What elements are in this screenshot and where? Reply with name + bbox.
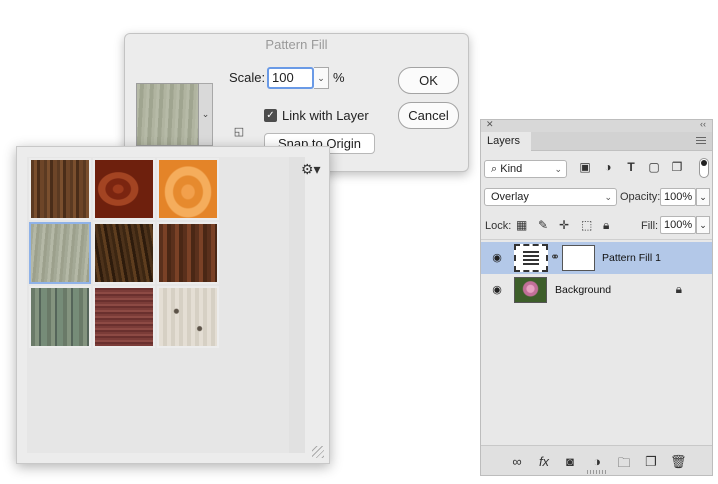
panel-resize-grip[interactable] bbox=[587, 470, 607, 474]
kind-filter-label: Kind bbox=[500, 163, 523, 175]
pattern-tile[interactable] bbox=[93, 286, 155, 348]
chevron-down-icon: ⌄ bbox=[699, 220, 707, 230]
layer-row-pattern-fill[interactable]: ◉ ⚭ Pattern Fill 1 bbox=[481, 242, 712, 274]
fill-label: Fill: bbox=[641, 220, 659, 232]
filter-toggle[interactable] bbox=[699, 158, 709, 178]
layer-name[interactable]: Background bbox=[555, 284, 611, 296]
new-layer-icon[interactable]: ❐ bbox=[643, 454, 659, 470]
fx-icon[interactable]: fx bbox=[536, 454, 552, 469]
link-with-layer-checkbox[interactable]: ✓ bbox=[264, 109, 277, 122]
blend-mode-select[interactable]: Overlay ⌄ bbox=[484, 188, 617, 206]
panel-tabbar: Layers bbox=[481, 132, 712, 151]
pattern-fill-thumbnail[interactable] bbox=[514, 244, 548, 272]
dialog-title: Pattern Fill bbox=[265, 37, 328, 52]
lock-position-icon[interactable]: ✛ bbox=[559, 218, 569, 232]
search-icon: ⌕ bbox=[491, 163, 498, 175]
scale-input[interactable]: 100 bbox=[267, 67, 314, 89]
fill-dropdown[interactable]: ⌄ bbox=[696, 216, 710, 234]
layer-mask-thumbnail[interactable] bbox=[562, 245, 595, 271]
background-thumbnail[interactable] bbox=[514, 277, 547, 303]
checkmark-icon: ✓ bbox=[266, 110, 275, 121]
panel-header: ✕ ‹‹ bbox=[481, 119, 712, 132]
pattern-picker-popup: ⚙▾ bbox=[16, 146, 330, 464]
pattern-tile[interactable] bbox=[29, 286, 91, 348]
blend-mode-value: Overlay bbox=[491, 191, 529, 203]
type-filter-icon[interactable]: T bbox=[623, 160, 639, 174]
pattern-tile[interactable] bbox=[93, 158, 155, 220]
layer-row-background[interactable]: ◉ Background 🔒︎ bbox=[481, 274, 712, 306]
visibility-eye-icon[interactable]: ◉ bbox=[490, 251, 504, 265]
chevron-down-icon: ⌄ bbox=[554, 164, 562, 174]
adjustment-filter-icon[interactable]: ◑ bbox=[600, 160, 616, 174]
scale-dropdown-button[interactable]: ⌄ bbox=[314, 67, 329, 89]
link-layers-icon[interactable]: ∞ bbox=[509, 454, 525, 469]
fill-input[interactable]: 100% bbox=[660, 216, 696, 234]
lock-transparent-icon[interactable]: ▦ bbox=[516, 218, 527, 232]
cancel-button[interactable]: Cancel bbox=[398, 102, 459, 129]
visibility-eye-icon[interactable]: ◉ bbox=[490, 283, 504, 297]
opacity-label: Opacity: bbox=[620, 191, 661, 203]
image-filter-icon[interactable]: ▣ bbox=[577, 160, 593, 174]
smart-object-filter-icon[interactable]: ❐ bbox=[669, 160, 685, 174]
chevron-down-icon: ⌄ bbox=[317, 73, 325, 83]
link-with-layer-label[interactable]: Link with Layer bbox=[282, 108, 369, 123]
panel-menu-icon[interactable] bbox=[696, 137, 706, 145]
lock-label: Lock: bbox=[485, 220, 512, 232]
lock-image-icon[interactable]: ✎ bbox=[538, 218, 548, 232]
pattern-tile[interactable] bbox=[157, 158, 219, 220]
chain-link-icon[interactable]: ⚭ bbox=[550, 250, 560, 264]
close-icon[interactable]: ✕ bbox=[486, 119, 494, 130]
ok-button[interactable]: OK bbox=[398, 67, 459, 94]
opacity-dropdown[interactable]: ⌄ bbox=[696, 188, 710, 206]
new-group-icon[interactable]: 🗀︎ bbox=[616, 454, 632, 476]
layer-name[interactable]: Pattern Fill 1 bbox=[602, 252, 661, 264]
pattern-tile[interactable] bbox=[29, 158, 91, 220]
gear-icon[interactable]: ⚙▾ bbox=[301, 161, 321, 178]
pattern-icon bbox=[523, 251, 539, 265]
pattern-tile[interactable] bbox=[157, 222, 219, 284]
pattern-preview-swatch[interactable] bbox=[136, 83, 199, 146]
lock-all-icon[interactable]: 🔒︎ bbox=[603, 218, 609, 233]
chevron-down-icon: ⌄ bbox=[201, 109, 210, 119]
pattern-grid-scrollbar[interactable] bbox=[289, 157, 305, 453]
percent-unit: % bbox=[333, 70, 345, 85]
chevron-down-icon: ⌄ bbox=[604, 192, 612, 202]
pattern-picker-toggle[interactable]: ⌄ bbox=[199, 83, 213, 146]
opacity-input[interactable]: 100% bbox=[660, 188, 696, 206]
add-mask-icon[interactable]: ◙ bbox=[562, 454, 578, 469]
kind-filter-select[interactable]: ⌕ Kind ⌄ bbox=[484, 160, 567, 178]
collapse-icon[interactable]: ‹‹ bbox=[700, 119, 706, 129]
resize-grip-icon[interactable] bbox=[312, 446, 324, 458]
layers-footer: ∞ fx ◙ ◑ 🗀︎ ❐ 🗑︎ bbox=[481, 445, 712, 475]
lock-artboard-icon[interactable]: ⬚ bbox=[581, 218, 592, 232]
layers-panel: ✕ ‹‹ Layers ⌕ Kind ⌄ ▣ ◑ T ▢ ❐ Overlay ⌄… bbox=[480, 119, 713, 476]
new-adjustment-icon[interactable]: ◑ bbox=[589, 454, 605, 469]
tab-layers[interactable]: Layers bbox=[481, 132, 531, 151]
pattern-tile[interactable] bbox=[93, 222, 155, 284]
lock-icon: 🔒︎ bbox=[675, 282, 682, 296]
pattern-tile[interactable] bbox=[157, 286, 219, 348]
pattern-tile-selected[interactable] bbox=[29, 222, 91, 284]
chevron-down-icon: ⌄ bbox=[699, 192, 707, 202]
new-preset-icon[interactable]: ◱ bbox=[233, 126, 245, 138]
scale-label: Scale: bbox=[229, 70, 266, 85]
shape-filter-icon[interactable]: ▢ bbox=[646, 160, 662, 174]
layer-list: ◉ ⚭ Pattern Fill 1 ◉ Background 🔒︎ bbox=[481, 239, 712, 446]
trash-icon[interactable]: 🗑︎ bbox=[670, 454, 687, 470]
